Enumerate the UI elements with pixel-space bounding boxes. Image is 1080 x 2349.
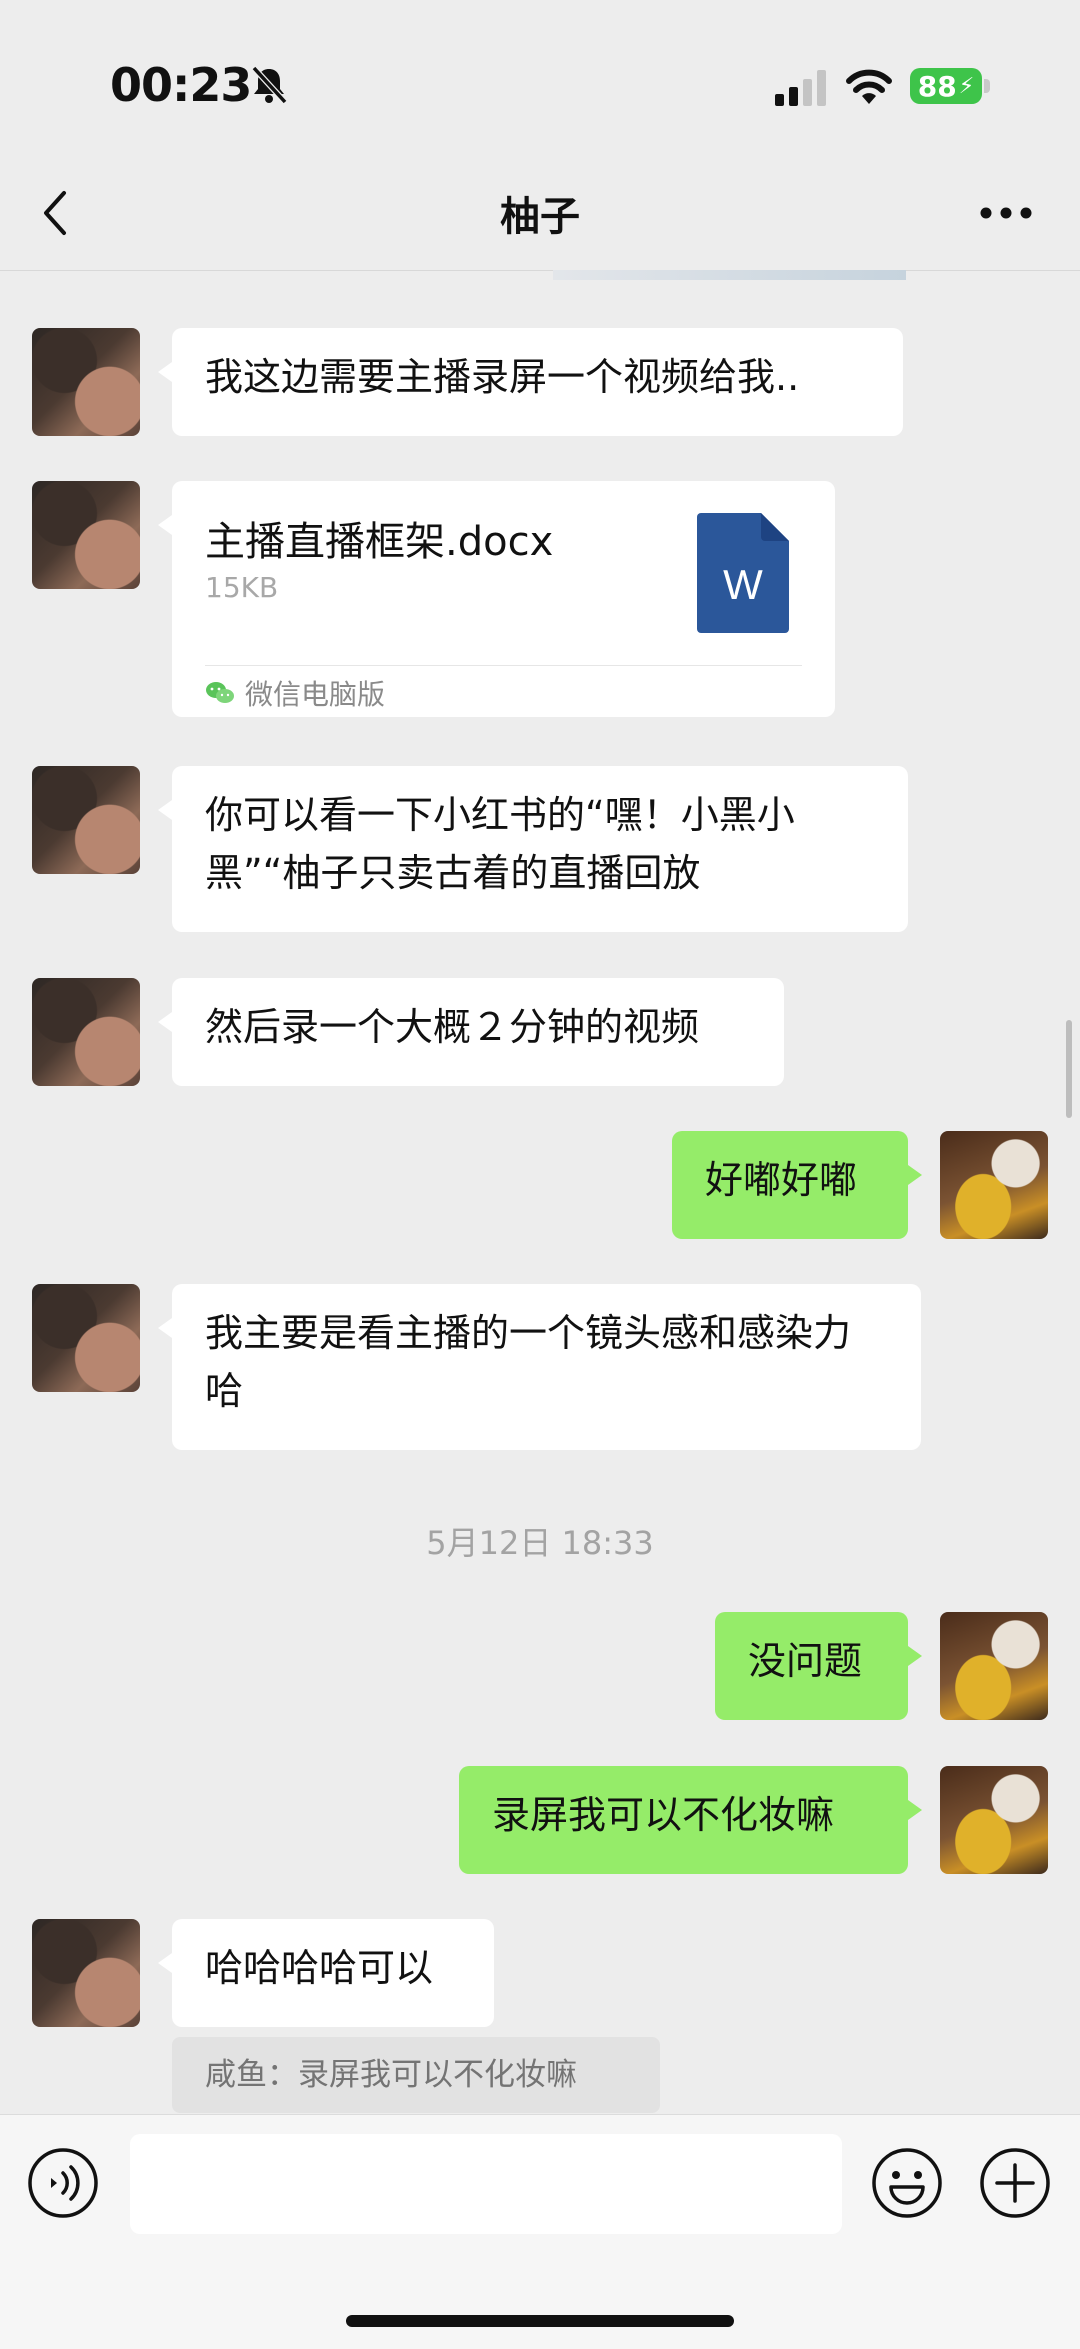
file-source: 微信电脑版 [205, 671, 385, 715]
voice-icon[interactable] [27, 2147, 99, 2219]
chat-timestamp: 5月12日 18:33 [426, 1524, 654, 1562]
message-bubble-incoming[interactable]: 我主要是看主播的一个镜头感和感染力哈 [158, 1284, 921, 1450]
message-text: 哈哈哈哈可以 [205, 1946, 434, 1990]
quoted-reply[interactable]: 咸鱼：录屏我可以不化妆嘛 [172, 2037, 660, 2113]
scrollbar[interactable] [1066, 1020, 1072, 1118]
svg-text:W: W [723, 561, 763, 608]
word-doc-icon: W [697, 513, 789, 633]
message-bubble-outgoing[interactable]: 没问题 [715, 1612, 922, 1720]
message-bubble-outgoing[interactable]: 好嘟好嘟 [672, 1131, 922, 1239]
message-text: 没问题 [748, 1639, 863, 1683]
message-text: 你可以看一下小红书的“嘿！小黑小黑”“柚子只卖古着的直播回放 [205, 793, 795, 895]
file-source-label: 微信电脑版 [245, 678, 386, 711]
file-name: 主播直播框架.docx [205, 519, 554, 565]
plus-icon[interactable] [979, 2147, 1051, 2219]
message-text: 然后录一个大概２分钟的视频 [205, 1005, 700, 1049]
file-message-card[interactable]: 主播直播框架.docx 15KB W 微信电脑版 [158, 481, 835, 717]
my-avatar[interactable] [940, 1766, 1048, 1874]
contact-avatar[interactable] [32, 481, 140, 589]
contact-avatar[interactable] [32, 766, 140, 874]
my-avatar[interactable] [940, 1612, 1048, 1720]
wechat-icon [206, 682, 234, 703]
message-text: 好嘟好嘟 [705, 1158, 858, 1202]
message-bubble-incoming[interactable]: 哈哈哈哈可以 [158, 1919, 494, 2027]
message-text: 我这边需要主播录屏一个视频给我.. [205, 355, 800, 399]
my-avatar[interactable] [940, 1131, 1048, 1239]
more-dots-icon[interactable] [980, 206, 1032, 220]
chat-header: 柚子 [0, 150, 1080, 271]
message-bubble-incoming[interactable]: 你可以看一下小红书的“嘿！小黑小黑”“柚子只卖古着的直播回放 [158, 766, 908, 932]
contact-avatar[interactable] [32, 978, 140, 1086]
status-bar: 00:23 88 ⚡ [0, 0, 1080, 150]
contact-avatar[interactable] [32, 1919, 140, 2027]
contact-avatar[interactable] [32, 1284, 140, 1392]
home-indicator[interactable] [346, 2315, 734, 2327]
message-text: 录屏我可以不化妆嘛 [492, 1793, 835, 1837]
file-size: 15KB [205, 571, 279, 604]
cellular-signal-icon [775, 70, 826, 106]
chat-title: 柚子 [500, 194, 580, 240]
previous-image-message[interactable] [553, 270, 906, 280]
message-text: 我主要是看主播的一个镜头感和感染力哈 [205, 1311, 852, 1413]
bell-muted-icon [251, 65, 288, 105]
wifi-icon [846, 69, 892, 104]
message-input[interactable] [130, 2134, 842, 2234]
emoji-icon[interactable] [871, 2147, 943, 2219]
divider [205, 665, 802, 666]
message-bubble-incoming[interactable]: 然后录一个大概２分钟的视频 [158, 978, 784, 1086]
contact-avatar[interactable] [32, 328, 140, 436]
battery-level: 88 ⚡ [910, 68, 982, 104]
status-time: 00:23 [110, 58, 252, 112]
message-bubble-outgoing[interactable]: 录屏我可以不化妆嘛 [459, 1766, 922, 1874]
message-bubble-incoming[interactable]: 我这边需要主播录屏一个视频给我.. [158, 328, 903, 436]
input-bar [0, 2114, 1080, 2349]
battery-cap [984, 79, 990, 93]
